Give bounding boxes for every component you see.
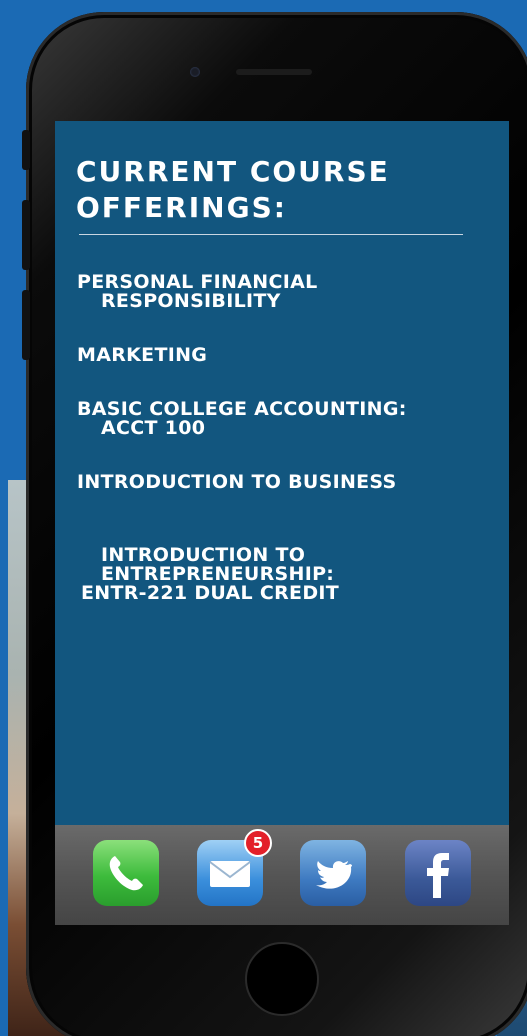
notification-badge: 5 [244, 829, 272, 857]
list-item: MARKETING [77, 344, 208, 366]
course-label: INTRODUCTION TO ENTREPRENEURSHIP: [101, 544, 335, 585]
volume-down-button [22, 290, 30, 360]
app-dock: 5 [55, 825, 509, 925]
course-list: PERSONAL FINANCIAL RESPONSIBILITY MARKET… [77, 273, 497, 657]
phone-screen: CURRENT COURSE OFFERINGS: PERSONAL FINAN… [55, 121, 509, 925]
mute-switch [22, 130, 30, 170]
list-item: INTRODUCTION TO ENTREPRENEURSHIP: ENTR-22… [77, 527, 497, 622]
home-button[interactable] [245, 942, 319, 1016]
front-camera [190, 67, 200, 77]
list-item: INTRODUCTION TO BUSINESS [77, 471, 397, 493]
facebook-icon[interactable] [405, 840, 471, 906]
course-label-line3: ENTR-221 DUAL CREDIT [81, 582, 340, 604]
twitter-icon[interactable] [300, 840, 366, 906]
list-item: BASIC COLLEGE ACCOUNTING: ACCT 100 [77, 398, 407, 439]
volume-up-button [22, 200, 30, 270]
phone-icon[interactable] [93, 840, 159, 906]
page-title: CURRENT COURSE OFFERINGS: [76, 155, 390, 224]
earpiece-speaker [236, 69, 312, 75]
title-divider [79, 234, 463, 235]
list-item: PERSONAL FINANCIAL RESPONSIBILITY [77, 271, 318, 312]
